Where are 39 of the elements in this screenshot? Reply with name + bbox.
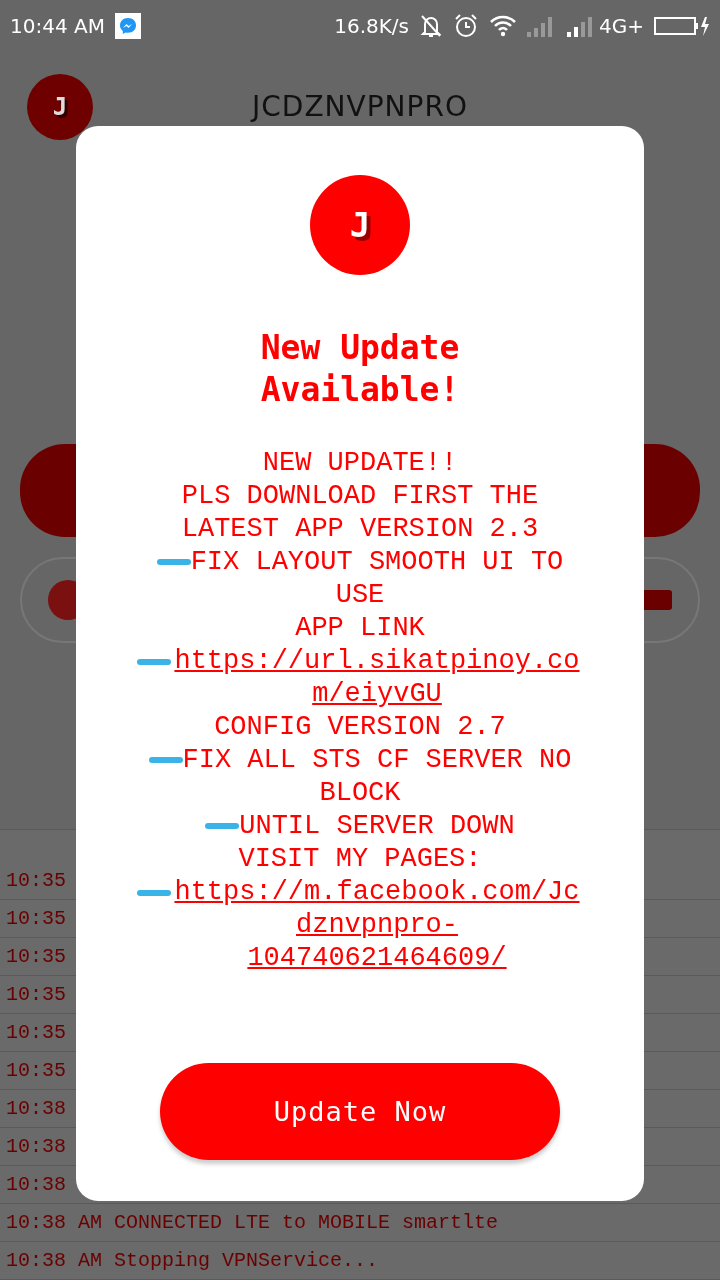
message-line: NEW UPDATE!! [262, 448, 458, 478]
app-logo: J [310, 175, 410, 275]
dash-icon [156, 558, 191, 565]
dialog-title: New Update Available! [259, 327, 461, 411]
log-line: 10:35 [6, 983, 66, 1006]
log-line: 10:35 [6, 1059, 66, 1082]
message-line: UNTIL SERVER DOWN [239, 811, 515, 841]
log-line: 10:38 AM CONNECTED LTE to MOBILE smartlte [6, 1211, 499, 1234]
link[interactable]: https://url.sikatpinoy.com/eiyvGU [171, 645, 583, 711]
log-line: 10:38 [6, 1097, 66, 1120]
wifi-icon [489, 14, 517, 38]
dash-icon [205, 822, 240, 829]
log-line: 10:38 [6, 1173, 66, 1196]
update-now-button[interactable]: Update Now [160, 1063, 560, 1160]
app-title: JCDZNVPNPRO [249, 90, 469, 124]
message-line: FIX ALL STS CF SERVER NO BLOCK [182, 745, 572, 808]
dash-icon [137, 890, 171, 896]
log-line: 10:38 AM Stopping VPNService... [6, 1249, 379, 1272]
dash-icon [148, 756, 183, 763]
alarm-clock-icon [453, 13, 479, 39]
dash-icon [137, 659, 171, 665]
message-line: CONFIG VERSION 2.7 [214, 712, 506, 742]
message-line: VISIT MY PAGES: [238, 844, 482, 874]
network-type: 4G+ [599, 14, 644, 38]
bell-off-icon [419, 13, 443, 39]
log-line: 10:35 [6, 1021, 66, 1044]
message-line: FIX LAYOUT SMOOTH UI TO USE [190, 547, 564, 610]
app-logo: J [27, 73, 93, 140]
link[interactable]: https://m.facebook.com/Jcdznvpnpro-104740621464609/ [171, 876, 583, 975]
log-line: 10:35 [6, 907, 66, 930]
network-speed: 16.8K/s [334, 14, 409, 38]
battery-icon [654, 14, 710, 38]
message-line: PLS DOWNLOAD FIRST THE LATEST APP VERSION 2.3 [181, 481, 539, 544]
clock: 10:44 AM [10, 14, 105, 38]
messenger-icon [114, 13, 141, 39]
log-line: 10:35 [6, 945, 66, 968]
log-line: 10:38 [6, 1135, 66, 1158]
message-line: APP LINK [295, 613, 425, 643]
log-line: 10:35 [6, 869, 66, 892]
